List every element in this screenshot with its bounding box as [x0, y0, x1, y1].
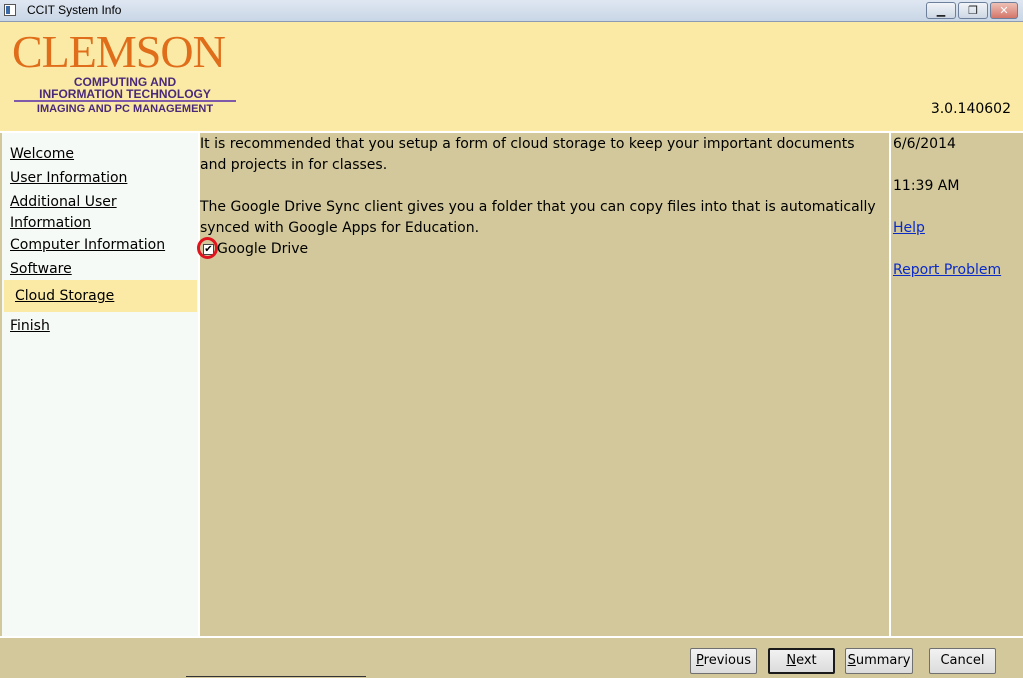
status-strip-edge: [186, 676, 366, 677]
logo-subtitle-line3: IMAGING AND PC MANAGEMENT: [36, 103, 214, 115]
maximize-button[interactable]: ❐: [958, 2, 988, 19]
summary-button-label: ummary: [855, 653, 911, 668]
nav-item-additional-user-information[interactable]: Additional User Information: [10, 192, 160, 234]
previous-button[interactable]: Previous: [690, 648, 757, 674]
nav-item-user-information[interactable]: User Information: [10, 168, 127, 189]
logo-divider: [14, 100, 236, 102]
report-problem-link[interactable]: Report Problem: [893, 260, 1001, 281]
summary-button[interactable]: Summary: [845, 648, 913, 674]
summary-accel-key: S: [847, 653, 856, 668]
next-accel-key: N: [786, 653, 797, 668]
minimize-button[interactable]: ▁: [926, 2, 956, 19]
info-side-panel: 6/6/2014 11:39 AM Help Report Problem: [891, 133, 1021, 636]
next-button-label: ext: [796, 653, 817, 668]
nav-item-welcome[interactable]: Welcome: [10, 144, 74, 165]
nav-item-finish[interactable]: Finish: [10, 316, 50, 337]
window-titlebar: CCIT System Info ▁ ❐ ✕: [0, 0, 1023, 22]
cancel-button-label: Cancel: [940, 653, 985, 668]
current-time: 11:39 AM: [893, 178, 960, 194]
app-icon: [4, 4, 16, 16]
next-button[interactable]: Next: [768, 648, 835, 674]
previous-accel-key: P: [696, 653, 704, 668]
google-drive-description: The Google Drive Sync client gives you a…: [200, 199, 876, 236]
nav-item-cloud-storage-label: Cloud Storage: [15, 288, 115, 304]
current-date: 6/6/2014: [893, 136, 956, 152]
previous-button-label: revious: [703, 653, 751, 668]
header-banner: CLEMSON COMPUTING AND INFORMATION TECHNO…: [0, 22, 1023, 132]
help-link[interactable]: Help: [893, 218, 925, 239]
version-number: 3.0.140602: [930, 101, 1011, 117]
google-drive-checkbox[interactable]: ✔: [203, 244, 214, 255]
close-button[interactable]: ✕: [990, 2, 1018, 19]
main-content: It is recommended that you setup a form …: [197, 133, 888, 636]
footer-bar: Previous Next Summary Cancel: [0, 638, 1023, 678]
cloud-storage-intro-text: It is recommended that you setup a form …: [200, 136, 855, 173]
google-drive-label[interactable]: Google Drive: [217, 240, 308, 259]
sidebar-nav: Welcome User Information Additional User…: [2, 133, 198, 636]
nav-item-cloud-storage[interactable]: Cloud Storage: [4, 280, 197, 312]
cancel-button[interactable]: Cancel: [929, 648, 996, 674]
logo-subtitle-line2: INFORMATION TECHNOLOGY: [39, 87, 211, 101]
nav-item-computer-information[interactable]: Computer Information: [10, 235, 165, 256]
nav-item-software[interactable]: Software: [10, 259, 72, 280]
clemson-logo-wordmark: CLEMSON: [12, 26, 226, 77]
window-title: CCIT System Info: [27, 3, 122, 17]
